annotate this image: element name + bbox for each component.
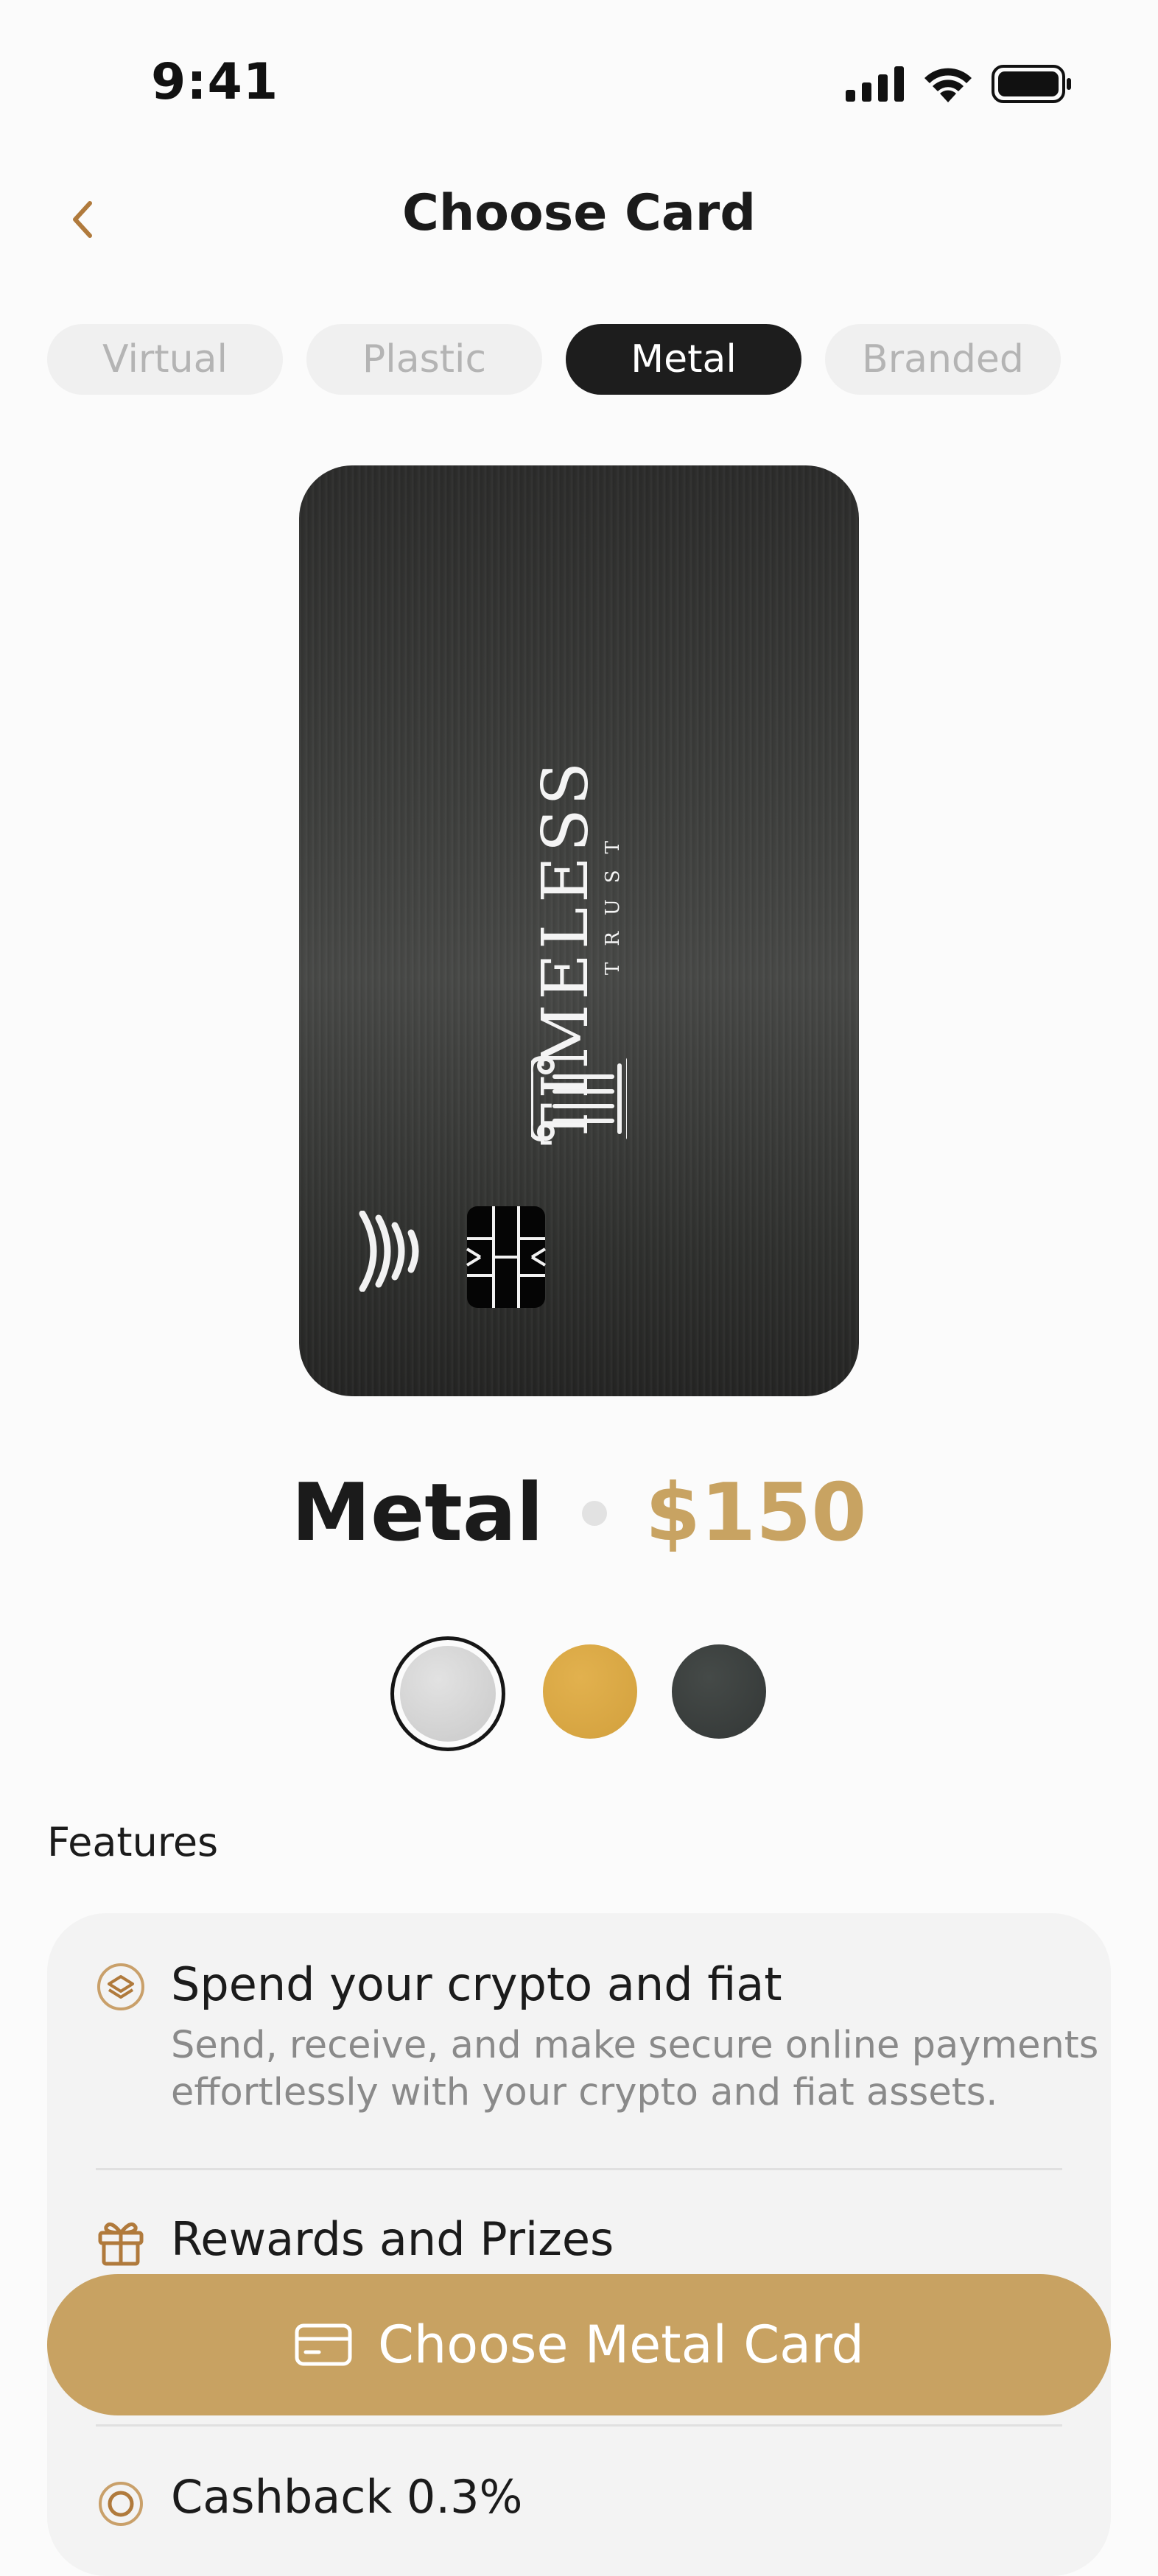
features-heading: Features [47, 1819, 219, 1865]
pillar-logo-icon [531, 1056, 627, 1141]
divider [96, 2424, 1062, 2427]
color-swatch-silver[interactable] [390, 1636, 505, 1751]
tab-metal[interactable]: Metal [566, 324, 801, 395]
feature-description-line: Send, receive, and make secure online pa… [171, 2024, 1099, 2067]
card-price: $150 [645, 1467, 867, 1559]
choose-card-button-label: Choose Metal Card [378, 2315, 864, 2375]
card-type-tabs: Virtual Plastic Metal Branded [47, 324, 1061, 395]
card-price-row: Metal $150 [0, 1467, 1158, 1559]
card-preview: TIMELESS TRUST [299, 465, 859, 1396]
tab-branded[interactable]: Branded [825, 324, 1061, 395]
divider [96, 2168, 1062, 2170]
feature-title: Cashback 0.3% [171, 2470, 523, 2524]
card-name: Metal [291, 1467, 544, 1559]
wifi-icon [924, 68, 972, 102]
battery-icon [992, 65, 1071, 103]
contactless-icon [359, 1211, 419, 1292]
card-chip-icon [466, 1206, 547, 1308]
feature-description-line: effortlessly with your crypto and fiat a… [171, 2071, 998, 2114]
choose-card-button[interactable]: Choose Metal Card [47, 2274, 1111, 2415]
features-panel: Spend your crypto and fiat Send, receive… [47, 1913, 1111, 2576]
status-time: 9:41 [151, 53, 279, 111]
card-icon [295, 2323, 352, 2366]
swatch-fill [400, 1646, 496, 1742]
gift-icon [98, 2222, 144, 2266]
status-icons [846, 65, 1073, 103]
crypto-stack-icon [97, 1963, 144, 2010]
feature-title: Rewards and Prizes [171, 2212, 614, 2266]
color-swatch-gold[interactable] [543, 1644, 637, 1739]
page-title: Choose Card [401, 184, 757, 242]
tab-virtual[interactable]: Virtual [47, 324, 283, 395]
signal-icon [846, 66, 904, 102]
feature-title: Spend your crypto and fiat [171, 1957, 782, 2011]
color-swatch-dark[interactable] [672, 1644, 766, 1739]
cashback-icon [99, 2482, 143, 2526]
tab-plastic[interactable]: Plastic [306, 324, 542, 395]
separator-dot [581, 1500, 607, 1526]
